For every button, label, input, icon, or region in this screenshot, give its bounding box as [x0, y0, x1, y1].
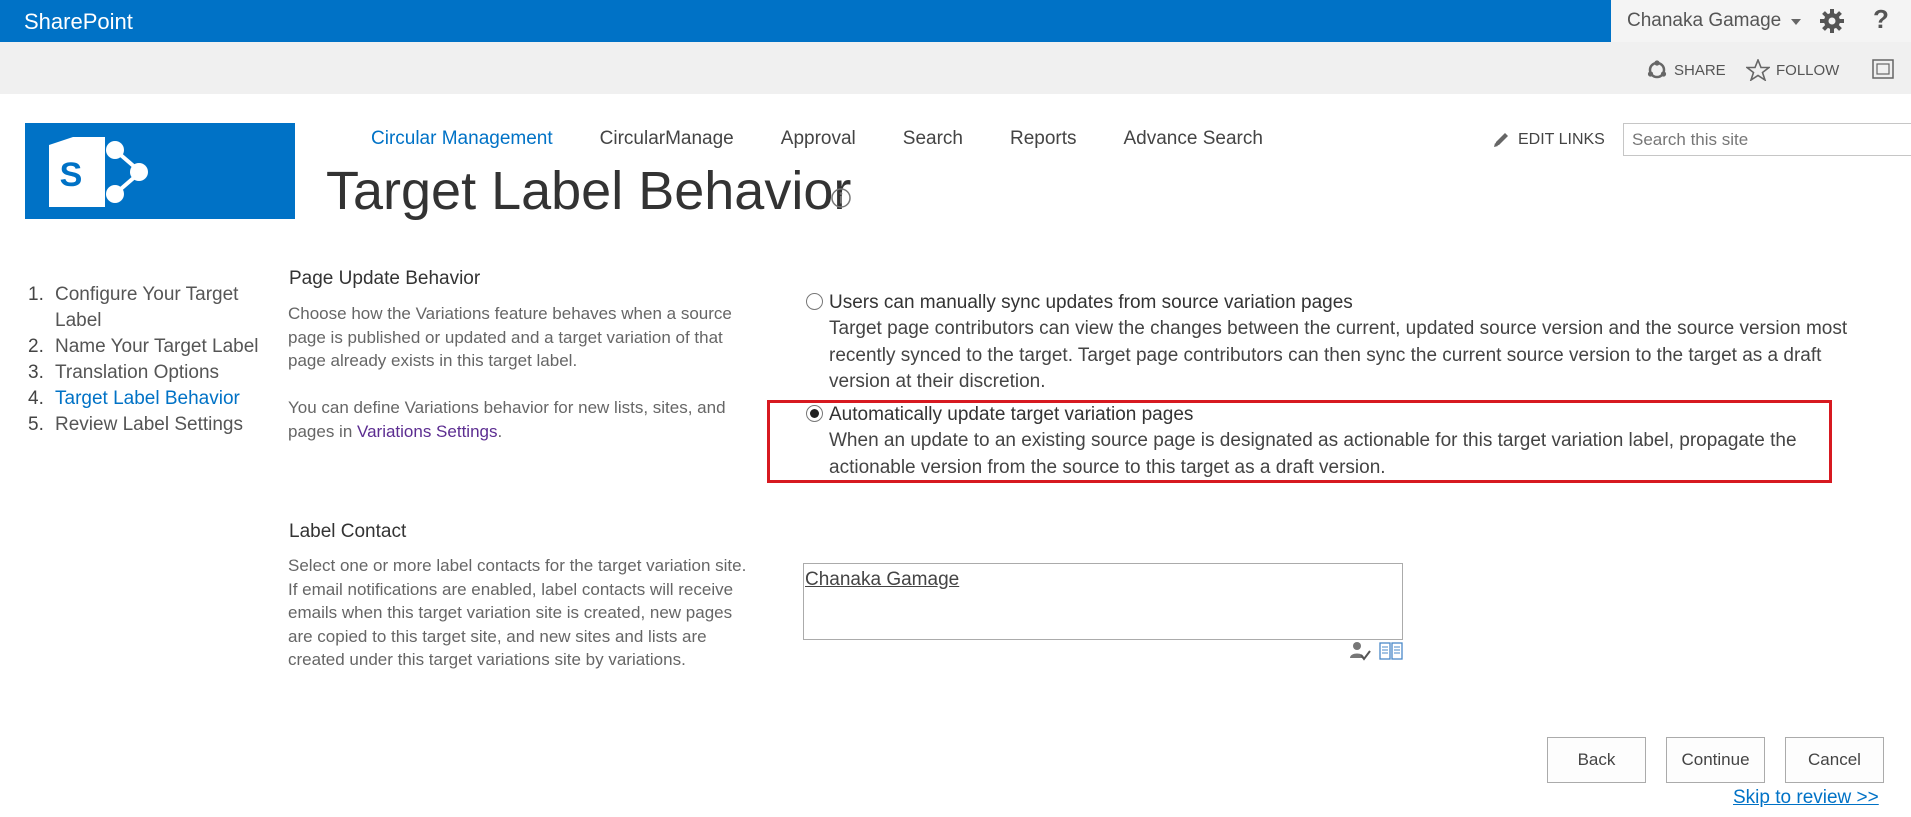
- manual-sync-option[interactable]: Users can manually sync updates from sou…: [806, 290, 1863, 396]
- search-input[interactable]: Search this site: [1623, 123, 1911, 156]
- suite-bar-brand: SharePoint: [0, 0, 1611, 42]
- wizard-steps: 1. Configure Your Target Label 2. Name Y…: [28, 282, 268, 438]
- back-button[interactable]: Back: [1547, 737, 1646, 783]
- wizard-step[interactable]: 2. Name Your Target Label: [28, 334, 268, 360]
- topnav-circular-management[interactable]: Circular Management: [371, 128, 553, 150]
- step-number: 1.: [28, 284, 44, 305]
- suite-bar-user-area: Chanaka Gamage ?: [1611, 0, 1911, 42]
- continue-button[interactable]: Continue: [1666, 737, 1765, 783]
- step-number: 3.: [28, 362, 44, 383]
- manual-sync-description: Target page contributors can view the ch…: [829, 318, 1848, 392]
- label-contact-description: Select one or more label contacts for th…: [288, 556, 747, 669]
- topnav-advance-search[interactable]: Advance Search: [1124, 128, 1263, 150]
- variations-settings-note: You can define Variations behavior for n…: [288, 396, 758, 443]
- page-update-behavior-description: Choose how the Variations feature behave…: [288, 304, 732, 370]
- check-names-icon[interactable]: [1349, 640, 1371, 662]
- highlight-annotation-box: [767, 400, 1832, 483]
- label-contact-people-picker[interactable]: Chanaka Gamage: [803, 563, 1403, 640]
- edit-links-label: EDIT LINKS: [1518, 131, 1605, 148]
- step-label: Configure Your Target Label: [55, 284, 239, 331]
- sharepoint-logo-icon: S: [49, 137, 148, 207]
- share-icon: [1647, 60, 1667, 79]
- manual-sync-label: Users can manually sync updates from sou…: [829, 292, 1353, 313]
- share-label: SHARE: [1674, 61, 1726, 79]
- step-label: Target Label Behavior: [55, 388, 240, 409]
- topnav-circularmanage[interactable]: CircularManage: [600, 128, 734, 150]
- user-menu[interactable]: Chanaka Gamage: [1627, 10, 1781, 32]
- wizard-step[interactable]: 1. Configure Your Target Label: [28, 282, 268, 334]
- wizard-step[interactable]: 3. Translation Options: [28, 360, 268, 386]
- label-contact-title: Label Contact: [289, 521, 407, 542]
- topnav-approval[interactable]: Approval: [781, 128, 856, 150]
- site-logo[interactable]: S: [25, 123, 295, 219]
- step-label: Name Your Target Label: [55, 336, 259, 357]
- cancel-button[interactable]: Cancel: [1785, 737, 1884, 783]
- address-book-icon[interactable]: [1379, 641, 1403, 661]
- share-button[interactable]: SHARE: [1646, 58, 1726, 82]
- follow-label: FOLLOW: [1776, 61, 1840, 79]
- page-title: Target Label Behavior: [326, 161, 852, 221]
- step-number: 5.: [28, 414, 44, 435]
- wizard-step[interactable]: 5. Review Label Settings: [28, 412, 268, 438]
- step-number: 2.: [28, 336, 44, 357]
- pencil-icon: [1494, 133, 1508, 147]
- manual-sync-radio[interactable]: [806, 293, 823, 310]
- skip-to-review-link[interactable]: Skip to review >>: [1733, 787, 1879, 809]
- wizard-step-current[interactable]: 4. Target Label Behavior: [28, 386, 268, 412]
- variations-note-prefix: You can define Variations behavior for n…: [288, 398, 726, 441]
- top-navigation: Circular Management CircularManage Appro…: [371, 128, 1310, 150]
- topnav-reports[interactable]: Reports: [1010, 128, 1077, 150]
- focus-on-content-icon[interactable]: [1870, 57, 1896, 81]
- info-icon[interactable]: [830, 187, 852, 209]
- edit-links-button[interactable]: EDIT LINKS: [1492, 131, 1605, 149]
- svg-text:S: S: [60, 156, 83, 194]
- chevron-down-icon[interactable]: [1791, 19, 1801, 25]
- gear-icon[interactable]: [1819, 8, 1845, 34]
- step-label: Translation Options: [55, 362, 220, 383]
- help-icon[interactable]: ?: [1873, 4, 1889, 35]
- topnav-search[interactable]: Search: [903, 128, 963, 150]
- step-label: Review Label Settings: [55, 414, 243, 435]
- label-contact-value[interactable]: Chanaka Gamage: [805, 569, 959, 590]
- variations-settings-link[interactable]: Variations Settings: [357, 422, 497, 441]
- star-icon: [1746, 59, 1770, 81]
- follow-button[interactable]: FOLLOW: [1746, 58, 1839, 82]
- suite-bar: SharePoint Chanaka Gamage ?: [0, 0, 1911, 42]
- sharepoint-brand-link[interactable]: SharePoint: [24, 9, 133, 35]
- page-update-behavior-title: Page Update Behavior: [289, 268, 481, 289]
- step-number: 4.: [28, 388, 44, 409]
- variations-note-suffix: .: [497, 421, 503, 441]
- action-bar: SHARE FOLLOW: [0, 42, 1911, 94]
